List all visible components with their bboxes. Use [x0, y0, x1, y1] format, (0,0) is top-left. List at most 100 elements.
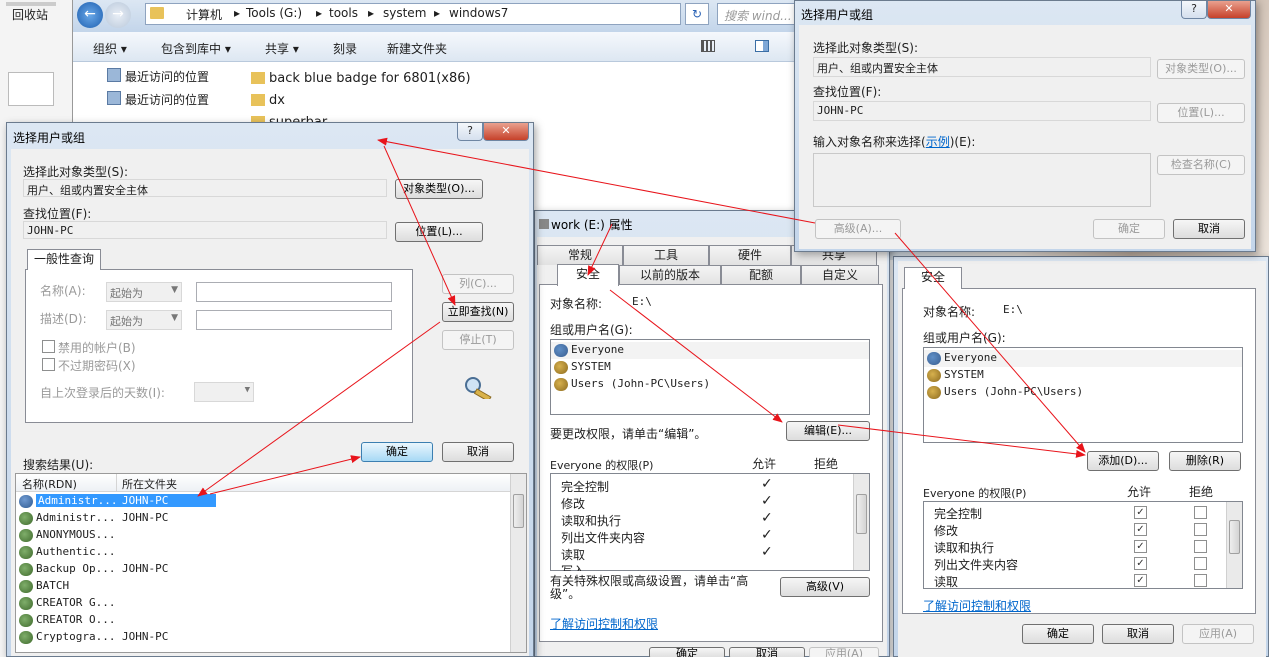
results-scrollbar[interactable] — [510, 474, 526, 652]
groups-list[interactable]: Everyone SYSTEM Users (John-PC\Users) — [550, 339, 870, 415]
deny-checkbox[interactable] — [1194, 540, 1207, 553]
file-item[interactable]: dx — [269, 93, 285, 108]
allow-checkbox[interactable]: ✓ — [1134, 540, 1147, 553]
view-options-icon[interactable] — [701, 40, 715, 52]
deny-checkbox[interactable] — [1194, 574, 1207, 587]
description-mode-select[interactable]: 起始为 ▼ — [106, 310, 182, 330]
tab-general[interactable]: 常规 — [537, 245, 623, 265]
deny-checkbox[interactable] — [1194, 523, 1207, 536]
cancel-button[interactable]: 取消 — [1102, 624, 1174, 644]
disabled-accounts-checkbox[interactable] — [42, 340, 55, 353]
find-now-button[interactable]: 立即查找(N) — [442, 302, 514, 322]
preview-pane-icon[interactable] — [755, 40, 769, 52]
name-mode-select[interactable]: 起始为 ▼ — [106, 282, 182, 302]
breadcrumb-tools[interactable]: tools — [329, 6, 358, 20]
ok-button[interactable]: 确定 — [649, 647, 725, 657]
no-expire-checkbox[interactable] — [42, 358, 55, 371]
permissions-scrollbar[interactable] — [1226, 502, 1242, 588]
advanced-button[interactable]: 高级(V) — [780, 577, 870, 597]
name-input[interactable] — [196, 282, 392, 302]
allow-checkbox[interactable]: ✓ — [1134, 557, 1147, 570]
allow-checkbox[interactable]: ✓ — [1134, 506, 1147, 519]
toolbar-burn[interactable]: 刻录 — [333, 40, 357, 57]
cancel-button[interactable]: 取消 — [442, 442, 514, 462]
object-types-button[interactable]: 对象类型(O)... — [395, 179, 483, 199]
help-button[interactable]: ? — [1181, 1, 1207, 19]
list-item[interactable]: Users (John-PC\Users) — [924, 384, 1242, 401]
remove-button[interactable]: 删除(R) — [1169, 451, 1241, 471]
table-row[interactable]: Cryptogra... JOHN-PC — [16, 629, 510, 646]
back-button[interactable]: ← — [77, 2, 103, 28]
table-row[interactable]: ANONYMOUS... — [16, 527, 510, 544]
advanced-button[interactable]: 高级(A)... — [815, 219, 901, 239]
search-input[interactable]: 搜索 wind... — [717, 3, 799, 25]
toolbar-new-folder[interactable]: 新建文件夹 — [387, 40, 447, 57]
tab-common-queries[interactable]: 一般性查询 — [27, 249, 101, 270]
table-row[interactable]: Administr... JOHN-PC — [16, 510, 510, 527]
learn-access-control-link[interactable]: 了解访问控制和权限 — [923, 597, 1031, 614]
list-item[interactable]: SYSTEM — [551, 359, 869, 376]
allow-checkbox[interactable]: ✓ — [1134, 523, 1147, 536]
check-names-button[interactable]: 检查名称(C) — [1157, 155, 1245, 175]
file-item[interactable]: back blue badge for 6801(x86) — [269, 71, 471, 86]
toolbar-include-library[interactable]: 包含到库中 ▾ — [161, 40, 231, 57]
days-since-logon-select[interactable]: ▼ — [194, 382, 254, 402]
tab-security[interactable]: 安全 — [904, 267, 962, 289]
close-button[interactable]: ✕ — [1207, 1, 1251, 19]
permissions-scrollbar[interactable] — [853, 474, 869, 570]
deny-checkbox[interactable] — [1194, 557, 1207, 570]
breadcrumb-computer[interactable]: 计算机 — [186, 6, 222, 23]
locations-button[interactable]: 位置(L)... — [395, 222, 483, 242]
locations-button[interactable]: 位置(L)... — [1157, 103, 1245, 123]
description-input[interactable] — [196, 310, 392, 330]
ok-button[interactable]: 确定 — [1093, 219, 1165, 239]
apply-button[interactable]: 应用(A) — [809, 647, 879, 657]
breadcrumb-system[interactable]: system — [383, 6, 426, 20]
cancel-button[interactable]: 取消 — [729, 647, 805, 657]
search-results-table[interactable]: 名称(RDN) 所在文件夹 Administr... JOHN-PC Adminis… — [15, 473, 527, 653]
toolbar-share[interactable]: 共享 ▾ — [265, 40, 299, 57]
add-button[interactable]: 添加(D)... — [1087, 451, 1159, 471]
object-types-button[interactable]: 对象类型(O)... — [1157, 59, 1245, 79]
tab-quota[interactable]: 配额 — [721, 265, 801, 285]
examples-link[interactable]: 示例 — [926, 135, 950, 149]
breadcrumb-tools-drive[interactable]: Tools (G:) — [246, 6, 302, 20]
tab-security[interactable]: 安全 — [557, 264, 619, 286]
learn-access-control-link[interactable]: 了解访问控制和权限 — [550, 615, 658, 632]
list-item[interactable]: SYSTEM — [924, 367, 1242, 384]
nav-recent-places[interactable]: 最近访问的位置 — [125, 91, 209, 108]
tab-hardware[interactable]: 硬件 — [709, 245, 791, 265]
deny-checkbox[interactable] — [1194, 506, 1207, 519]
forward-button[interactable]: → — [105, 2, 131, 28]
apply-button[interactable]: 应用(A) — [1182, 624, 1254, 644]
groups-list[interactable]: Everyone SYSTEM Users (John-PC\Users) — [923, 347, 1243, 443]
table-row[interactable]: Backup Op... JOHN-PC — [16, 561, 510, 578]
tab-tools[interactable]: 工具 — [623, 245, 709, 265]
table-row[interactable]: Administr... JOHN-PC — [16, 493, 510, 510]
help-button[interactable]: ? — [457, 123, 483, 141]
refresh-button[interactable]: ↻ — [685, 3, 709, 25]
columns-button[interactable]: 列(C)... — [442, 274, 514, 294]
table-row[interactable]: Authentic... — [16, 544, 510, 561]
ok-button[interactable]: 确定 — [361, 442, 433, 462]
close-button[interactable]: ✕ — [483, 123, 529, 141]
table-row[interactable]: CREATOR O... — [16, 612, 510, 629]
tab-customize[interactable]: 自定义 — [801, 265, 879, 285]
allow-checkbox[interactable]: ✓ — [1134, 574, 1147, 587]
address-bar[interactable]: 计算机 ▸ Tools (G:) ▸ tools ▸ system ▸ wind… — [145, 3, 681, 25]
cancel-button[interactable]: 取消 — [1173, 219, 1245, 239]
list-item[interactable]: Users (John-PC\Users) — [551, 376, 869, 393]
nav-recent-places[interactable]: 最近访问的位置 — [125, 68, 209, 85]
table-row[interactable]: BATCH — [16, 578, 510, 595]
edit-button[interactable]: 编辑(E)... — [786, 421, 870, 441]
recycle-bin-label[interactable]: 回收站 — [12, 6, 48, 23]
ok-button[interactable]: 确定 — [1022, 624, 1094, 644]
stop-button[interactable]: 停止(T) — [442, 330, 514, 350]
breadcrumb-windows7[interactable]: windows7 — [449, 6, 508, 20]
list-item[interactable]: Everyone — [924, 350, 1242, 367]
toolbar-organize[interactable]: 组织 ▾ — [93, 40, 127, 57]
tab-previous-versions[interactable]: 以前的版本 — [619, 265, 721, 285]
table-row[interactable]: CREATOR G... — [16, 595, 510, 612]
column-header-name[interactable]: 名称(RDN) — [22, 476, 77, 492]
list-item[interactable]: Everyone — [551, 342, 869, 359]
